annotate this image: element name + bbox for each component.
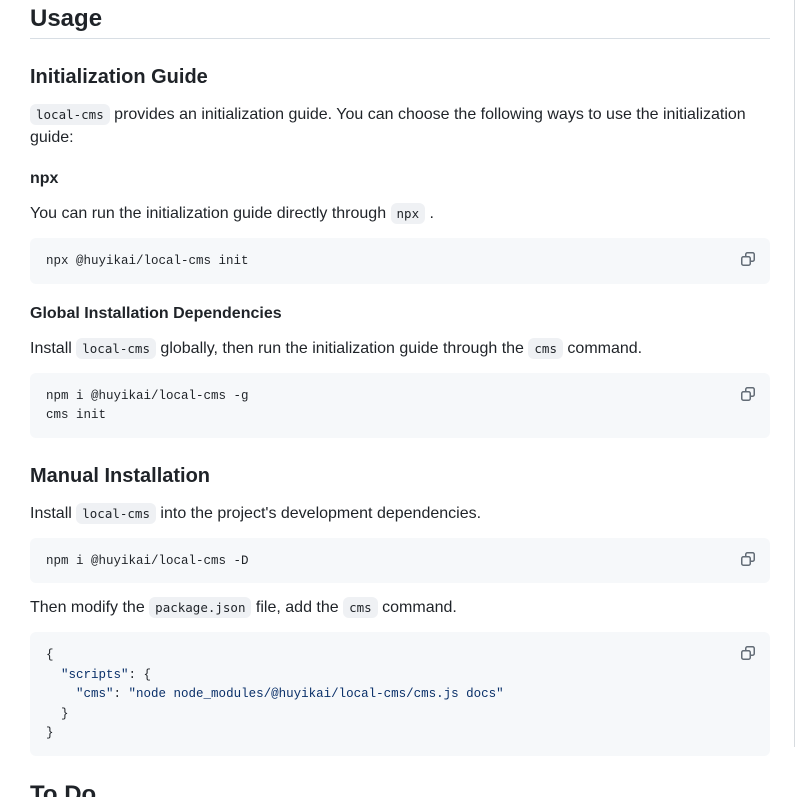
- code-text: npm i @huyikai/local-cms -g cms init: [46, 386, 754, 425]
- copy-button[interactable]: [735, 381, 761, 407]
- code-block-npx-init: npx @huyikai/local-cms init: [30, 238, 770, 284]
- inline-code-local-cms: local-cms: [30, 104, 110, 125]
- code-line: npm i @huyikai/local-cms -g cms init: [46, 389, 249, 423]
- code-text: npx @huyikai/local-cms init: [46, 251, 754, 271]
- inline-code-local-cms: local-cms: [76, 503, 156, 524]
- code-line: }: [46, 726, 54, 740]
- paragraph-global-install: Install local-cms globally, then run the…: [30, 337, 770, 360]
- inline-code-cms: cms: [343, 597, 378, 618]
- code-text: npm i @huyikai/local-cms -D: [46, 551, 754, 571]
- code-block-manual-install: npm i @huyikai/local-cms -D: [30, 538, 770, 584]
- paragraph-text: .: [425, 205, 434, 222]
- code-string: "node node_modules/@huyikai/local-cms/cm…: [129, 687, 504, 701]
- inline-code-local-cms: local-cms: [76, 338, 156, 359]
- heading-initialization-guide: Initialization Guide: [30, 65, 770, 90]
- paragraph-text: command.: [378, 599, 457, 616]
- heading-todo: To Do: [30, 782, 770, 797]
- code-line: npm i @huyikai/local-cms -D: [46, 554, 249, 568]
- paragraph-text: provides an initialization guide. You ca…: [30, 106, 746, 146]
- inline-code-cms: cms: [528, 338, 563, 359]
- heading-usage: Usage: [30, 6, 770, 39]
- copy-button[interactable]: [735, 640, 761, 666]
- paragraph-text: Then modify the: [30, 599, 149, 616]
- code-punct: : {: [129, 668, 152, 682]
- code-json: { "scripts": { "cms": "node node_modules…: [46, 648, 504, 740]
- heading-global-installation: Global Installation Dependencies: [30, 304, 770, 324]
- heading-npx: npx: [30, 169, 770, 189]
- page-edge-divider: [794, 0, 795, 747]
- paragraph-text: You can run the initialization guide dir…: [30, 205, 391, 222]
- code-line: {: [46, 648, 54, 662]
- paragraph-text: Install: [30, 505, 76, 522]
- copy-button[interactable]: [735, 246, 761, 272]
- copy-icon: [740, 386, 756, 402]
- inline-code-package-json: package.json: [149, 597, 251, 618]
- paragraph-text: Install: [30, 340, 76, 357]
- code-line: }: [46, 707, 69, 721]
- paragraph-text: globally, then run the initialization gu…: [156, 340, 528, 357]
- code-string: "scripts": [61, 668, 129, 682]
- code-text: { "scripts": { "cms": "node node_modules…: [46, 645, 754, 743]
- code-indent: [46, 668, 61, 682]
- code-block-package-json: { "scripts": { "cms": "node node_modules…: [30, 632, 770, 756]
- code-string: "cms": [76, 687, 114, 701]
- paragraph-text: command.: [563, 340, 642, 357]
- copy-button[interactable]: [735, 546, 761, 572]
- inline-code-npx: npx: [391, 203, 426, 224]
- heading-manual-installation: Manual Installation: [30, 464, 770, 489]
- paragraph-intro: local-cms provides an initialization gui…: [30, 103, 770, 149]
- paragraph-manual-install: Install local-cms into the project's dev…: [30, 502, 770, 525]
- code-punct: :: [114, 687, 129, 701]
- code-block-global-install: npm i @huyikai/local-cms -g cms init: [30, 373, 770, 438]
- code-line: npx @huyikai/local-cms init: [46, 254, 249, 268]
- code-indent: [46, 687, 76, 701]
- paragraph-modify-package: Then modify the package.json file, add t…: [30, 596, 770, 619]
- copy-icon: [740, 251, 756, 267]
- paragraph-text: into the project's development dependenc…: [156, 505, 481, 522]
- copy-icon: [740, 551, 756, 567]
- readme-content: Usage Initialization Guide local-cms pro…: [30, 6, 770, 797]
- copy-icon: [740, 645, 756, 661]
- paragraph-text: file, add the: [251, 599, 343, 616]
- paragraph-npx-usage: You can run the initialization guide dir…: [30, 202, 770, 225]
